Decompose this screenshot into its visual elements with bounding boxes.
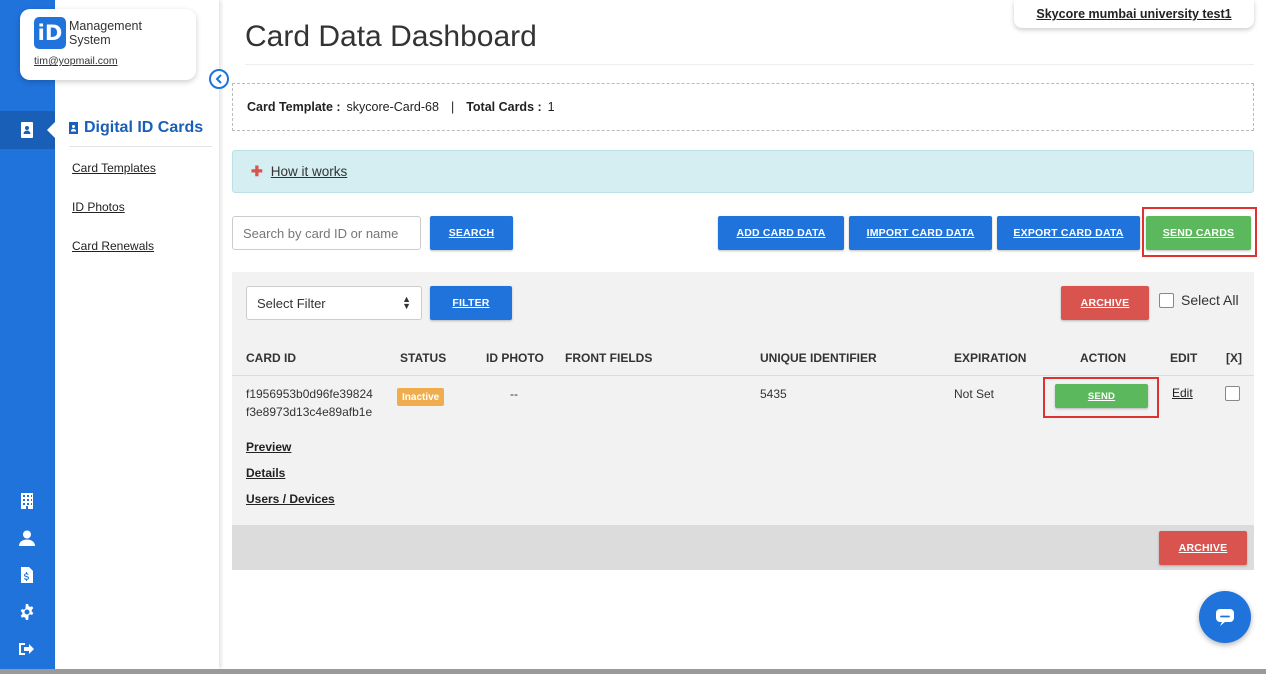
brand-name: Management System bbox=[69, 19, 169, 47]
export-card-data-button[interactable]: EXPORT CARD DATA bbox=[997, 216, 1140, 250]
column-header-select: [X] bbox=[1226, 351, 1242, 365]
table-footer bbox=[232, 525, 1254, 570]
footer-archive-button[interactable]: ARCHIVE bbox=[1159, 531, 1247, 565]
unique-identifier-value: 5435 bbox=[760, 387, 787, 401]
template-value: skycore-Card-68 bbox=[346, 100, 439, 114]
chevron-left-icon bbox=[215, 74, 222, 84]
submenu-item-card-renewals[interactable]: Card Renewals bbox=[72, 239, 154, 253]
sign-out-icon[interactable] bbox=[17, 639, 37, 659]
id-photo-value: -- bbox=[510, 387, 518, 401]
window-bottom-edge bbox=[0, 669, 1266, 674]
chat-button[interactable] bbox=[1199, 591, 1251, 643]
edit-link[interactable]: Edit bbox=[1172, 386, 1193, 400]
column-header-status: STATUS bbox=[400, 351, 447, 365]
logo: iD bbox=[34, 17, 66, 49]
university-selector[interactable]: Skycore mumbai university test1 bbox=[1014, 0, 1254, 28]
submenu-item-card-templates[interactable]: Card Templates bbox=[72, 161, 156, 175]
how-it-works-link[interactable]: How it works bbox=[271, 164, 348, 179]
filter-button[interactable]: FILTER bbox=[430, 286, 512, 320]
submenu-title-label: Digital ID Cards bbox=[84, 119, 204, 136]
select-all-label: Select All bbox=[1181, 292, 1239, 308]
users-devices-link[interactable]: Users / Devices bbox=[246, 492, 335, 506]
template-label: Card Template : bbox=[247, 100, 341, 114]
column-header-unique-identifier: UNIQUE IDENTIFIER bbox=[760, 351, 877, 365]
expiration-value: Not Set bbox=[954, 387, 995, 401]
column-header-front-fields: FRONT FIELDS bbox=[565, 351, 653, 365]
brand-name-line1: Management bbox=[69, 19, 142, 33]
row-select-checkbox[interactable] bbox=[1225, 386, 1240, 401]
invoice-icon[interactable] bbox=[17, 565, 37, 585]
filter-select[interactable]: Select Filter ▲ ▼ bbox=[246, 286, 422, 320]
send-cards-highlight bbox=[1142, 207, 1257, 257]
chat-icon bbox=[1216, 609, 1234, 626]
column-header-card-id: CARD ID bbox=[246, 351, 296, 365]
id-card-icon bbox=[17, 120, 37, 140]
status-badge: Inactive bbox=[397, 388, 445, 406]
submenu-panel: Digital ID Cards Card Templates ID Photo… bbox=[55, 0, 219, 669]
search-input[interactable] bbox=[232, 216, 421, 250]
import-card-data-button[interactable]: IMPORT CARD DATA bbox=[849, 216, 992, 250]
divider bbox=[245, 64, 1254, 65]
submenu-item-id-photos[interactable]: ID Photos bbox=[72, 200, 125, 214]
total-cards-value: 1 bbox=[547, 100, 555, 114]
plus-icon: ✚ bbox=[251, 163, 263, 179]
submenu-title: Digital ID Cards bbox=[69, 119, 203, 137]
card-id-value: f1956953b0d96fe39824f3e8973d13c4e89afb1e bbox=[246, 387, 373, 419]
select-all-checkbox[interactable] bbox=[1159, 292, 1174, 308]
send-highlight bbox=[1043, 377, 1159, 418]
preview-link[interactable]: Preview bbox=[246, 440, 291, 454]
select-all[interactable]: Select All bbox=[1159, 292, 1239, 308]
details-link[interactable]: Details bbox=[246, 466, 285, 480]
archive-button[interactable]: ARCHIVE bbox=[1061, 286, 1149, 320]
how-it-works-panel[interactable]: ✚ How it works bbox=[232, 150, 1254, 193]
column-header-edit: EDIT bbox=[1170, 351, 1198, 365]
gear-icon[interactable] bbox=[17, 602, 37, 622]
left-rail bbox=[0, 0, 55, 669]
template-info: Card Template : skycore-Card-68 | Total … bbox=[232, 83, 1254, 131]
brand-name-line2: System bbox=[69, 33, 111, 47]
column-header-id-photo: ID PHOTO bbox=[486, 351, 544, 365]
collapse-sidebar-button[interactable] bbox=[209, 69, 229, 89]
user-icon[interactable] bbox=[17, 528, 37, 548]
total-cards-label: Total Cards : bbox=[466, 100, 542, 114]
page-title: Card Data Dashboard bbox=[245, 20, 537, 53]
column-header-expiration: EXPIRATION bbox=[954, 351, 1027, 365]
search-button[interactable]: SEARCH bbox=[430, 216, 513, 250]
id-card-icon bbox=[69, 122, 78, 134]
building-icon[interactable] bbox=[17, 491, 37, 511]
add-card-data-button[interactable]: ADD CARD DATA bbox=[718, 216, 844, 250]
user-email[interactable]: tim@yopmail.com bbox=[34, 55, 118, 67]
separator: | bbox=[450, 100, 455, 114]
rail-item-digital-id[interactable] bbox=[0, 111, 55, 149]
sort-arrows-icon: ▲ ▼ bbox=[402, 294, 411, 311]
filter-select-value: Select Filter bbox=[257, 295, 326, 311]
divider bbox=[69, 146, 212, 147]
column-header-action: ACTION bbox=[1080, 351, 1126, 365]
divider bbox=[232, 375, 1254, 376]
brand-card[interactable]: iD Management System tim@yopmail.com bbox=[20, 9, 196, 80]
